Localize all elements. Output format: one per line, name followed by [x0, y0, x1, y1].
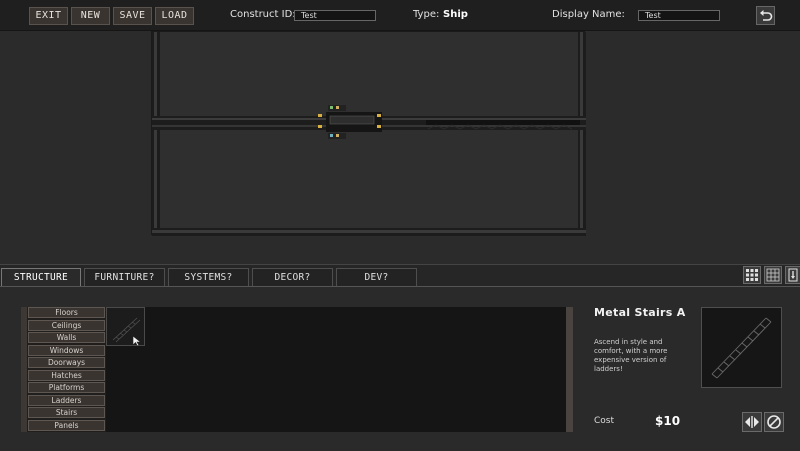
grid-large-button[interactable] — [743, 266, 761, 284]
export-button[interactable] — [785, 266, 800, 284]
new-button[interactable]: NEW — [71, 7, 110, 25]
display-name-field[interactable]: Test — [638, 10, 720, 21]
item-preview — [701, 307, 782, 388]
stairs-preview-icon — [711, 317, 772, 379]
cost-value: $10 — [655, 414, 681, 428]
category-hatches[interactable]: Hatches — [28, 369, 105, 381]
load-button[interactable]: LOAD — [155, 7, 194, 25]
category-windows[interactable]: Windows — [28, 344, 105, 356]
construction-viewport[interactable] — [0, 31, 800, 264]
flip-button[interactable] — [742, 412, 762, 432]
category-walls[interactable]: Walls — [28, 332, 105, 343]
tab-systems[interactable]: SYSTEMS? — [168, 268, 249, 287]
exit-button[interactable]: EXIT — [29, 7, 68, 25]
category-panels[interactable]: Panels — [28, 419, 105, 431]
ship-structure — [152, 32, 586, 236]
tab-decor[interactable]: DECOR? — [252, 268, 333, 287]
item-title: Metal Stairs A — [594, 306, 686, 319]
item-metal-stairs-a[interactable] — [106, 307, 145, 347]
category-ladders[interactable]: Ladders — [28, 394, 105, 406]
category-tabs: STRUCTURE FURNITURE? SYSTEMS? DECOR? DEV… — [0, 264, 800, 288]
tab-furniture[interactable]: FURNITURE? — [84, 268, 165, 287]
cost-label: Cost — [594, 416, 615, 426]
undo-icon — [760, 10, 773, 21]
category-stairs[interactable]: Stairs — [28, 407, 105, 418]
construct-id-label: Construct ID: — [230, 9, 296, 20]
construct-id-field[interactable]: Test — [294, 10, 376, 21]
item-description: Ascend in style and comfort, with a more… — [594, 338, 668, 373]
item-scrollbar[interactable] — [566, 307, 573, 432]
grid-small-icon — [766, 268, 780, 282]
cancel-button[interactable] — [764, 412, 784, 432]
ship-hull — [151, 31, 586, 236]
display-name-label: Display Name: — [552, 9, 625, 20]
mouse-cursor-icon — [132, 335, 142, 347]
category-doorways[interactable]: Doorways — [28, 357, 105, 368]
cancel-icon — [767, 415, 781, 429]
export-icon — [788, 268, 798, 282]
category-ceilings[interactable]: Ceilings — [28, 319, 105, 331]
type-label: Type: — [413, 9, 440, 20]
undo-button[interactable] — [756, 6, 775, 25]
grid-large-icon — [746, 269, 758, 281]
flip-icon — [745, 416, 759, 428]
tab-structure[interactable]: STRUCTURE — [1, 268, 81, 288]
tab-dev[interactable]: DEV? — [336, 268, 417, 287]
category-platforms[interactable]: Platforms — [28, 382, 105, 393]
type-value[interactable]: Ship — [443, 9, 468, 20]
category-floors[interactable]: Floors — [28, 307, 105, 318]
grid-small-button[interactable] — [764, 266, 782, 284]
save-button[interactable]: SAVE — [113, 7, 152, 25]
top-toolbar: EXIT NEW SAVE LOAD Construct ID: Test Ty… — [0, 0, 800, 31]
item-grid — [106, 307, 566, 432]
